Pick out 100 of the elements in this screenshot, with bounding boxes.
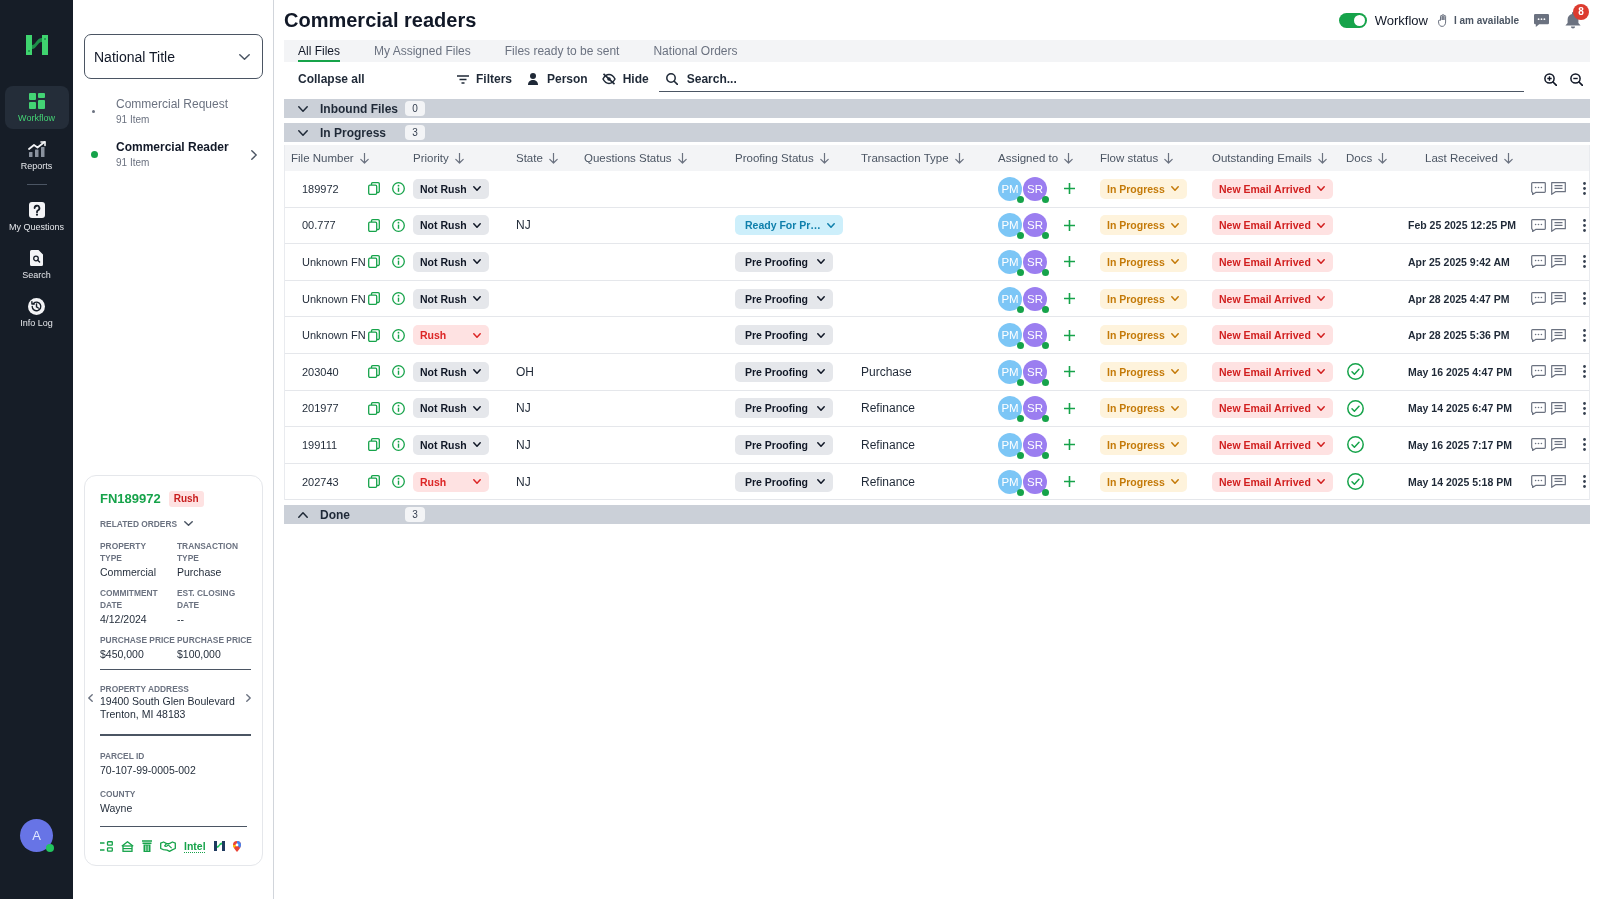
- search-field[interactable]: Search...: [686, 69, 1524, 88]
- filters-button[interactable]: Filters: [457, 68, 512, 90]
- comment-icon[interactable]: [1551, 255, 1566, 269]
- column-header[interactable]: Proofing Status: [735, 152, 829, 164]
- tab[interactable]: All Files: [298, 40, 340, 62]
- more-icon[interactable]: [1583, 255, 1586, 269]
- comment-icon[interactable]: [1551, 328, 1566, 342]
- handshake-icon[interactable]: [160, 840, 176, 852]
- comment-icon[interactable]: [1551, 475, 1566, 489]
- priority-dropdown[interactable]: Not Rush: [413, 361, 489, 382]
- nav-item[interactable]: Info Log: [4, 291, 69, 334]
- nav-item[interactable]: Search: [4, 243, 69, 286]
- plus-icon[interactable]: [1064, 183, 1075, 195]
- chevron-left-icon[interactable]: [88, 694, 93, 702]
- more-icon[interactable]: [1583, 365, 1586, 379]
- priority-dropdown[interactable]: Rush: [413, 471, 489, 492]
- proofing-status-dropdown[interactable]: Ready For Pr…: [735, 215, 843, 236]
- zoom-in-icon[interactable]: [1544, 72, 1557, 86]
- chat-bubble-icon[interactable]: [1531, 255, 1546, 269]
- comment-icon[interactable]: [1551, 218, 1566, 232]
- column-header[interactable]: Priority: [413, 152, 464, 164]
- email-status-dropdown[interactable]: New Email Arrived: [1212, 398, 1333, 419]
- person-button[interactable]: Person: [528, 68, 588, 90]
- chevron-right-icon[interactable]: [246, 694, 251, 702]
- more-icon[interactable]: [1583, 438, 1586, 452]
- comment-icon[interactable]: [1551, 401, 1566, 415]
- email-status-dropdown[interactable]: New Email Arrived: [1212, 215, 1333, 236]
- chevron-down-icon[interactable]: [298, 129, 308, 136]
- more-icon[interactable]: [1583, 218, 1586, 232]
- comment-icon[interactable]: [1551, 292, 1566, 306]
- priority-dropdown[interactable]: Not Rush: [413, 398, 489, 419]
- proofing-status-dropdown[interactable]: Pre Proofing: [735, 361, 833, 382]
- more-icon[interactable]: [1583, 328, 1586, 342]
- group-header[interactable]: Done 3: [284, 505, 1590, 525]
- priority-dropdown[interactable]: Rush: [413, 325, 489, 346]
- chat-bubble-icon[interactable]: [1531, 438, 1546, 452]
- info-icon[interactable]: [392, 438, 405, 452]
- chat-bubble-icon[interactable]: [1531, 182, 1546, 196]
- chevron-up-icon[interactable]: [298, 511, 308, 518]
- house-icon[interactable]: [121, 840, 134, 852]
- nav-item[interactable]: Reports: [4, 134, 69, 177]
- message-icon[interactable]: [1534, 13, 1549, 27]
- priority-dropdown[interactable]: Not Rush: [413, 288, 489, 309]
- email-status-dropdown[interactable]: New Email Arrived: [1212, 434, 1333, 455]
- hand-icon[interactable]: [1437, 13, 1447, 27]
- availability-status[interactable]: I am available: [1453, 14, 1519, 26]
- copy-icon[interactable]: [368, 292, 380, 306]
- copy-icon[interactable]: [368, 401, 380, 415]
- collapse-all-button[interactable]: Collapse all: [298, 68, 443, 90]
- zoom-out-icon[interactable]: [1570, 72, 1583, 86]
- column-header[interactable]: Transaction Type: [861, 152, 964, 164]
- more-icon[interactable]: [1583, 292, 1586, 306]
- column-header[interactable]: Questions Status: [584, 152, 687, 164]
- chat-bubble-icon[interactable]: [1531, 218, 1546, 232]
- email-status-dropdown[interactable]: New Email Arrived: [1212, 252, 1333, 272]
- priority-dropdown[interactable]: Not Rush: [413, 434, 489, 455]
- tab[interactable]: National Orders: [653, 40, 738, 62]
- info-icon[interactable]: [392, 475, 405, 489]
- copy-icon[interactable]: [368, 255, 380, 269]
- comment-icon[interactable]: [1551, 182, 1566, 196]
- priority-dropdown[interactable]: Not Rush: [413, 178, 489, 199]
- more-icon[interactable]: [1583, 401, 1586, 415]
- related-orders-toggle[interactable]: RELATED ORDERS: [100, 517, 194, 530]
- plus-icon[interactable]: [1064, 402, 1075, 414]
- proofing-status-dropdown[interactable]: Pre Proofing: [735, 398, 833, 419]
- email-status-dropdown[interactable]: New Email Arrived: [1212, 471, 1333, 492]
- chevron-down-icon[interactable]: [298, 105, 308, 112]
- info-icon[interactable]: [392, 401, 405, 415]
- info-icon[interactable]: [392, 218, 405, 232]
- comment-icon[interactable]: [1551, 365, 1566, 379]
- queue-item[interactable]: Commercial Reader 91 Item: [84, 140, 263, 183]
- column-header[interactable]: State: [516, 152, 558, 164]
- group-header[interactable]: In Progress 3: [284, 123, 1590, 142]
- plus-icon[interactable]: [1064, 476, 1075, 488]
- tab[interactable]: My Assigned Files: [374, 40, 471, 62]
- plus-icon[interactable]: [1064, 256, 1075, 268]
- info-icon[interactable]: [392, 328, 405, 342]
- proofing-status-dropdown[interactable]: Pre Proofing: [735, 471, 833, 492]
- info-icon[interactable]: [392, 365, 405, 379]
- nav-item[interactable]: My Questions: [4, 195, 69, 238]
- column-header[interactable]: Docs: [1346, 152, 1388, 164]
- plus-icon[interactable]: [1064, 219, 1075, 231]
- proofing-status-dropdown[interactable]: Pre Proofing: [735, 325, 833, 346]
- copy-icon[interactable]: [368, 365, 380, 379]
- tab[interactable]: Files ready to be sent: [504, 40, 620, 62]
- chat-bubble-icon[interactable]: [1531, 292, 1546, 306]
- column-header[interactable]: Outstanding Emails: [1212, 152, 1327, 164]
- info-icon[interactable]: [392, 255, 405, 269]
- column-header[interactable]: Flow status: [1100, 152, 1174, 164]
- info-icon[interactable]: [392, 182, 405, 196]
- nav-item[interactable]: Workflow: [4, 86, 69, 129]
- plus-icon[interactable]: [1064, 293, 1075, 305]
- queue-item[interactable]: Commercial Request 91 Item: [84, 97, 263, 140]
- plus-icon[interactable]: [1064, 329, 1075, 341]
- list-icon[interactable]: [100, 840, 113, 852]
- chat-bubble-icon[interactable]: [1531, 401, 1546, 415]
- copy-icon[interactable]: [368, 438, 380, 452]
- map-pin-icon[interactable]: [232, 840, 241, 852]
- chat-bubble-icon[interactable]: [1531, 365, 1546, 379]
- more-icon[interactable]: [1583, 475, 1586, 489]
